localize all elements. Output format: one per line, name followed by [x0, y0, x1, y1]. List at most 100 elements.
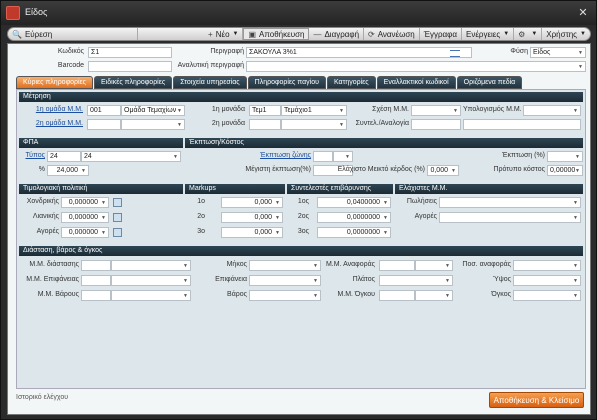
ref-unit-code[interactable]: [379, 260, 415, 271]
length-label: Μήκος: [226, 261, 247, 268]
qty-ref-field[interactable]: ▼: [513, 260, 581, 271]
zone-discount-select[interactable]: ▼: [333, 151, 353, 162]
refresh-button[interactable]: ⟳ Ανανέωση: [364, 28, 420, 40]
tab-service[interactable]: Στοιχεία υπηρεσίας: [173, 76, 247, 89]
relation-label: Σχέση Μ.Μ.: [372, 106, 409, 113]
dim-unit-select[interactable]: ▼: [111, 260, 191, 271]
group1-code[interactable]: 001: [87, 105, 121, 116]
ratio-field-2[interactable]: [463, 119, 581, 130]
calculator-icon[interactable]: [113, 213, 122, 222]
weight-label: Βάρος: [227, 291, 247, 298]
weight-unit-select[interactable]: ▼: [111, 290, 191, 301]
weight-field[interactable]: ▼: [249, 290, 321, 301]
markup-1-field[interactable]: 0,000 ▼: [221, 197, 283, 208]
tab-categories[interactable]: Κατηγορίες: [326, 76, 376, 89]
audit-history-link[interactable]: Ιστορικό ελέγχου: [16, 394, 68, 401]
volume-unit-code[interactable]: [379, 290, 415, 301]
tab-bar: Κύριες πληροφορίες Ειδικές πληροφορίες Σ…: [16, 76, 523, 89]
coeff-2-label: 2ος: [297, 213, 309, 220]
vat-pct-field[interactable]: 24,000 ▼: [47, 165, 89, 176]
height-field[interactable]: ▼: [513, 275, 581, 286]
unit2-code[interactable]: [249, 119, 281, 130]
width-field[interactable]: ▼: [379, 275, 453, 286]
list-icon[interactable]: [450, 50, 460, 57]
chevron-down-icon: ▼: [339, 108, 344, 114]
zone-discount-code[interactable]: [313, 151, 333, 162]
wholesale-field[interactable]: 0,000000 ▼: [61, 197, 109, 208]
relation-select[interactable]: ▼: [411, 105, 461, 116]
disk-icon: ▣: [248, 29, 257, 39]
unit1-select[interactable]: Τεμάχιο1 ▼: [281, 105, 347, 116]
volume-unit-select[interactable]: ▼: [415, 290, 453, 301]
coeff-2-field[interactable]: 0,0000000 ▼: [317, 212, 391, 223]
long-description-field[interactable]: ▼: [246, 61, 586, 72]
new-button[interactable]: + Νέο ▼: [204, 28, 244, 40]
documents-button[interactable]: Έγγραφα: [420, 28, 462, 40]
markup-3-field[interactable]: 0,000 ▼: [221, 227, 283, 238]
close-icon[interactable]: ✕: [576, 6, 590, 20]
tab-fixed-asset[interactable]: Πληροφορίες παγίου: [247, 76, 326, 89]
unit1-code[interactable]: Τεμ1: [249, 105, 281, 116]
surface-unit-select[interactable]: ▼: [111, 275, 191, 286]
tab-alt-codes[interactable]: Εναλλακτικοί κωδικοί: [376, 76, 456, 89]
calc-select[interactable]: ▼: [523, 105, 581, 116]
std-cost-field[interactable]: 0,00000 ▼: [547, 165, 583, 176]
chevron-down-icon: ▼: [173, 154, 178, 160]
discount-pct-field[interactable]: ▼: [547, 151, 583, 162]
chevron-down-icon: ▼: [275, 200, 280, 206]
max-discount-label: Μέγιστη έκπτωση(%): [245, 166, 311, 173]
dim-unit-label: Μ.Μ. διάστασης: [29, 261, 79, 268]
code-field[interactable]: Σ1: [88, 47, 172, 58]
section-discount: Έκπτωση/Κόστος: [185, 138, 583, 148]
ref-unit-select[interactable]: ▼: [415, 260, 453, 271]
chevron-down-icon: ▼: [573, 200, 578, 206]
length-field[interactable]: ▼: [249, 260, 321, 271]
coeff-3-field[interactable]: 0,0000000 ▼: [317, 227, 391, 238]
min-profit-field[interactable]: 0,000 ▼: [427, 165, 459, 176]
ref-unit-label: Μ.Μ. Αναφοράς: [325, 261, 375, 268]
group2-label[interactable]: 2η ομάδα Μ.Μ.: [19, 120, 83, 127]
vat-type-label[interactable]: Τύπος: [19, 152, 46, 159]
vat-type-code[interactable]: 24: [47, 151, 81, 162]
zone-discount-label[interactable]: Έκπτωση ζώνης: [227, 152, 311, 159]
group1-label[interactable]: 1η ομάδα Μ.Μ.: [19, 106, 83, 113]
purchase-field[interactable]: 0,000000 ▼: [61, 227, 109, 238]
min-purchases-select[interactable]: ▼: [439, 212, 581, 223]
group2-select[interactable]: ▼: [121, 119, 185, 130]
coeff-1-field[interactable]: 0,0400000 ▼: [317, 197, 391, 208]
description-field[interactable]: ΣΑΚΟΥΛΑ 3%1: [246, 47, 472, 58]
vat-type-select[interactable]: 24 ▼: [81, 151, 181, 162]
calculator-icon[interactable]: [113, 198, 122, 207]
tab-custom-fields[interactable]: Οριζόμενα πεδία: [456, 76, 523, 89]
group1-select[interactable]: Ομάδα Τεμαχίων ▼: [121, 105, 185, 116]
min-sales-select[interactable]: ▼: [439, 197, 581, 208]
delete-button[interactable]: — Διαγραφή: [309, 28, 365, 40]
chevron-down-icon: ▼: [453, 108, 458, 114]
markup-2-field[interactable]: 0,000 ▼: [221, 212, 283, 223]
item-window: Είδος ✕ 🔍 Εύρεση + Νέο ▼ ▣ Αποθήκευση — Διαγρ…: [0, 0, 597, 420]
wholesale-label: Χονδρικής: [26, 198, 59, 205]
unit2-select[interactable]: ▼: [281, 119, 347, 130]
surface-unit-code[interactable]: [81, 275, 111, 286]
search-icon: 🔍: [12, 29, 22, 39]
save-button[interactable]: ▣ Αποθήκευση: [243, 28, 310, 40]
chevron-down-icon: ▼: [101, 230, 106, 236]
tab-special-info[interactable]: Ειδικές πληροφορίες: [94, 76, 173, 89]
actions-button[interactable]: Ενέργειες ▼: [462, 28, 515, 40]
calculator-icon[interactable]: [113, 228, 122, 237]
save-close-button[interactable]: Αποθήκευση & Κλείσιμο: [489, 392, 584, 408]
nature-select[interactable]: Είδος ▼: [530, 47, 586, 58]
app-icon: [6, 6, 20, 20]
dim-unit-code[interactable]: [81, 260, 111, 271]
tab-main-info[interactable]: Κύριες πληροφορίες: [16, 76, 94, 89]
barcode-field[interactable]: [88, 61, 172, 72]
search-button[interactable]: 🔍 Εύρεση: [8, 28, 138, 40]
settings-button[interactable]: ⚙ ▼: [514, 28, 543, 40]
ratio-field[interactable]: [411, 119, 461, 130]
weight-unit-code[interactable]: [81, 290, 111, 301]
retail-field[interactable]: 0,000000 ▼: [61, 212, 109, 223]
volume-field[interactable]: ▼: [513, 290, 581, 301]
group2-code[interactable]: [87, 119, 121, 130]
users-button[interactable]: Χρήστης ▼: [542, 28, 590, 40]
area-field[interactable]: ▼: [249, 275, 321, 286]
